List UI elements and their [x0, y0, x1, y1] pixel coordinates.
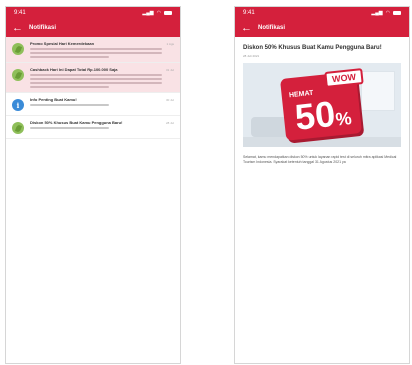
- notification-preview-line: [30, 104, 110, 106]
- battery-icon: [164, 11, 172, 15]
- notification-item[interactable]: Diskon 50% Khusus Buat Kamu Pengguna Bar…: [6, 116, 180, 139]
- notification-body: Diskon 50% Khusus Buat Kamu Pengguna Bar…: [30, 120, 174, 134]
- notification-date: 28 Jul: [165, 121, 174, 125]
- promo-big-number: 50: [292, 93, 338, 139]
- notification-title: Promo Spesial Hari Kemerdekaan: [30, 41, 95, 46]
- notification-body: Cashback Hari Ini Dapat Total Rp.100.000…: [30, 67, 174, 88]
- status-bar: 9:41 ▂▄▆ ◠: [235, 7, 409, 19]
- notification-date: 30 Jul: [165, 98, 174, 102]
- status-bar: 9:41 ▂▄▆ ◠: [6, 7, 180, 19]
- wifi-icon: ◠: [385, 10, 390, 16]
- signal-icon: ▂▄▆: [371, 10, 383, 16]
- notification-detail-screen: 9:41 ▂▄▆ ◠ ← Notifikasi Diskon 50% Khusu…: [234, 6, 410, 364]
- notification-preview-line: [30, 127, 110, 129]
- page-title: Notifikasi: [29, 25, 57, 31]
- notification-list-screen: 9:41 ▂▄▆ ◠ ← Notifikasi Promo Spesial Ha…: [5, 6, 181, 364]
- title-row: ← Notifikasi: [6, 19, 180, 37]
- promo-discount-value: 50%: [292, 93, 353, 139]
- notification-body: Info Penting Buat Kamu!: [30, 97, 174, 111]
- notification-date: 1 Ags: [166, 42, 174, 46]
- notification-body: Promo Spesial Hari Kemerdekaan: [30, 41, 174, 58]
- notification-title: Diskon 50% Khusus Buat Kamu Pengguna Bar…: [30, 120, 123, 125]
- back-arrow-icon[interactable]: ←: [12, 22, 23, 34]
- notification-item[interactable]: i Info Penting Buat Kamu! 30 Jul: [6, 93, 180, 116]
- detail-title: Diskon 50% Khusus Buat Kamu Pengguna Bar…: [243, 45, 382, 51]
- notification-title: Cashback Hari Ini Dapat Total Rp.100.000…: [30, 67, 118, 72]
- info-icon: i: [12, 99, 24, 111]
- back-arrow-icon[interactable]: ←: [241, 22, 252, 34]
- app-bar: 9:41 ▂▄▆ ◠ ← Notifikasi: [235, 7, 409, 37]
- title-row: ← Notifikasi: [235, 19, 409, 37]
- app-bar: 9:41 ▂▄▆ ◠ ← Notifikasi: [6, 7, 180, 37]
- notification-item[interactable]: Promo Spesial Hari Kemerdekaan 1 Ags: [6, 37, 180, 63]
- notification-list: Promo Spesial Hari Kemerdekaan 1 Ags Cashb…: [6, 37, 180, 139]
- notification-preview-line: [30, 86, 110, 88]
- detail-body: Selamat, kamu mendapatkan diskon 50% unt…: [243, 155, 397, 165]
- notification-detail: Diskon 50% Khusus Buat Kamu Pengguna Bar…: [235, 37, 409, 174]
- signal-icon: ▂▄▆: [142, 10, 154, 16]
- notification-item[interactable]: Cashback Hari Ini Dapat Total Rp.100.000…: [6, 63, 180, 93]
- status-icons: ▂▄▆ ◠: [142, 10, 172, 16]
- notification-title: Info Penting Buat Kamu!: [30, 97, 77, 102]
- notification-preview-line: [30, 52, 163, 54]
- leaf-icon: [12, 43, 24, 55]
- notification-preview-line: [30, 56, 110, 58]
- notification-date: 31 Jul: [165, 68, 174, 72]
- status-time: 9:41: [243, 10, 255, 16]
- leaf-icon: [12, 122, 24, 134]
- promo-percent-sign: %: [334, 108, 353, 130]
- status-time: 9:41: [14, 10, 26, 16]
- detail-date: 28 Juli 2021: [243, 54, 260, 59]
- promo-banner: HEMAT WOW 50%: [243, 63, 401, 148]
- wifi-icon: ◠: [156, 10, 161, 16]
- battery-icon: [393, 11, 401, 15]
- notification-preview-line: [30, 74, 163, 76]
- leaf-icon: [12, 69, 24, 81]
- banner-floor-graphic: [243, 137, 401, 148]
- notification-preview-line: [30, 78, 163, 80]
- notification-preview-line: [30, 48, 163, 50]
- notification-preview-line: [30, 82, 163, 84]
- banner-window-graphic: [361, 71, 395, 112]
- promo-badge: WOW: [324, 68, 364, 89]
- page-title: Notifikasi: [258, 25, 286, 31]
- status-icons: ▂▄▆ ◠: [371, 10, 401, 16]
